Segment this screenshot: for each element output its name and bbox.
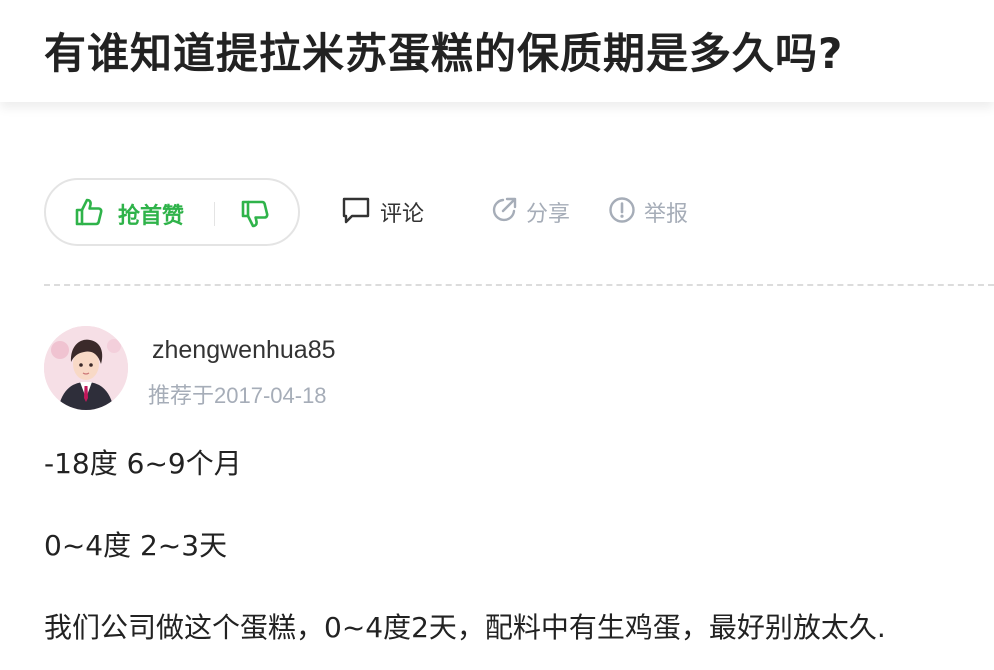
comment-button[interactable]: 评论	[340, 192, 424, 232]
section-divider	[44, 284, 994, 286]
question-header: 有谁知道提拉米苏蛋糕的保质期是多久吗?	[0, 0, 994, 102]
share-button[interactable]: 分享	[490, 192, 570, 232]
answer-page: 有谁知道提拉米苏蛋糕的保质期是多久吗? 抢首赞 评论 分享 举报 zhengwe…	[0, 0, 994, 670]
report-button[interactable]: 举报	[608, 192, 688, 232]
answer-paragraph: 0~4度 2~3天	[44, 529, 228, 562]
upvote-button[interactable]: 抢首赞	[74, 196, 184, 232]
avatar[interactable]	[44, 326, 128, 410]
thumbs-down-icon	[240, 200, 270, 233]
question-title: 有谁知道提拉米苏蛋糕的保质期是多久吗?	[44, 29, 844, 78]
author-username[interactable]: zhengwenhua85	[152, 336, 336, 365]
action-bar: 抢首赞 评论 分享 举报	[44, 178, 944, 246]
thumbs-up-icon	[74, 197, 104, 231]
report-icon	[608, 196, 636, 228]
report-label: 举报	[644, 202, 689, 227]
answer-paragraph: 我们公司做这个蛋糕，0~4度2天，配料中有生鸡蛋，最好别放太久.	[44, 611, 886, 644]
vote-divider	[214, 202, 215, 226]
comment-label: 评论	[380, 202, 425, 227]
vote-pill: 抢首赞	[44, 178, 300, 246]
recommended-date: 推荐于2017-04-18	[148, 383, 327, 408]
share-icon	[490, 196, 518, 228]
comment-bubble-icon	[340, 194, 372, 230]
answer-paragraph: -18度 6~9个月	[44, 447, 242, 480]
downvote-button[interactable]	[240, 196, 276, 232]
upvote-label: 抢首赞	[118, 204, 185, 229]
answer-author: zhengwenhua85 推荐于2017-04-18	[44, 326, 644, 416]
share-label: 分享	[526, 202, 571, 227]
